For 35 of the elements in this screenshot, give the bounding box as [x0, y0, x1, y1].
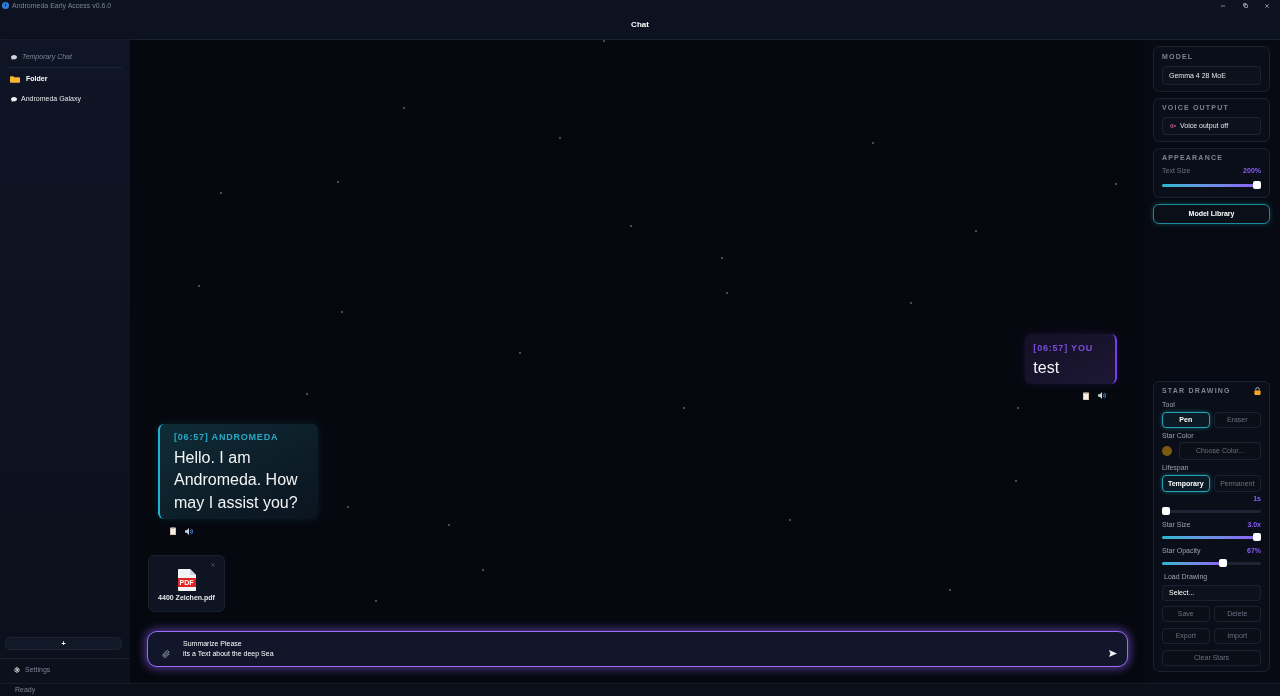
- color-swatch-icon[interactable]: [1162, 446, 1172, 456]
- close-icon: [1264, 2, 1270, 9]
- slider-track[interactable]: [1162, 507, 1261, 515]
- clipboard-icon: [170, 527, 176, 535]
- send-icon: [1109, 650, 1117, 657]
- read-aloud-button[interactable]: [185, 527, 193, 535]
- speaker-icon: [185, 527, 193, 535]
- slider-thumb[interactable]: [1219, 559, 1228, 567]
- slider-thumb[interactable]: [1253, 533, 1261, 541]
- message-header: [06:57] ANDROMEDA: [174, 430, 280, 443]
- pdf-file-icon: [177, 569, 196, 591]
- page-title: Chat: [631, 20, 649, 30]
- message-text: Hello. I am Andromeda. How may I assist you?: [174, 447, 299, 513]
- copy-button[interactable]: [170, 527, 176, 535]
- minimize-icon: [1220, 2, 1226, 9]
- restore-icon: [1242, 3, 1248, 8]
- settings-icon: [14, 667, 20, 673]
- clipboard-icon: [1083, 391, 1089, 400]
- copy-button[interactable]: [1083, 391, 1089, 400]
- lock-icon[interactable]: [1254, 387, 1261, 395]
- send-button[interactable]: [1109, 650, 1117, 657]
- close-icon: [210, 562, 216, 568]
- slider-thumb[interactable]: [1253, 181, 1261, 189]
- attach-button[interactable]: [162, 650, 170, 658]
- speaker-icon: [1098, 392, 1106, 399]
- message-header: [06:57] YOU: [1033, 341, 1093, 354]
- slider-track[interactable]: [1162, 533, 1261, 541]
- message-text: test: [1033, 357, 1061, 378]
- chat-bubble-icon: [11, 54, 17, 60]
- chat-bubble-icon: [11, 96, 17, 102]
- slider-track[interactable]: [1162, 181, 1261, 189]
- folder-icon: [10, 75, 20, 83]
- paperclip-icon: [162, 650, 170, 658]
- slider-thumb[interactable]: [1162, 507, 1170, 515]
- read-aloud-button[interactable]: [1098, 392, 1106, 399]
